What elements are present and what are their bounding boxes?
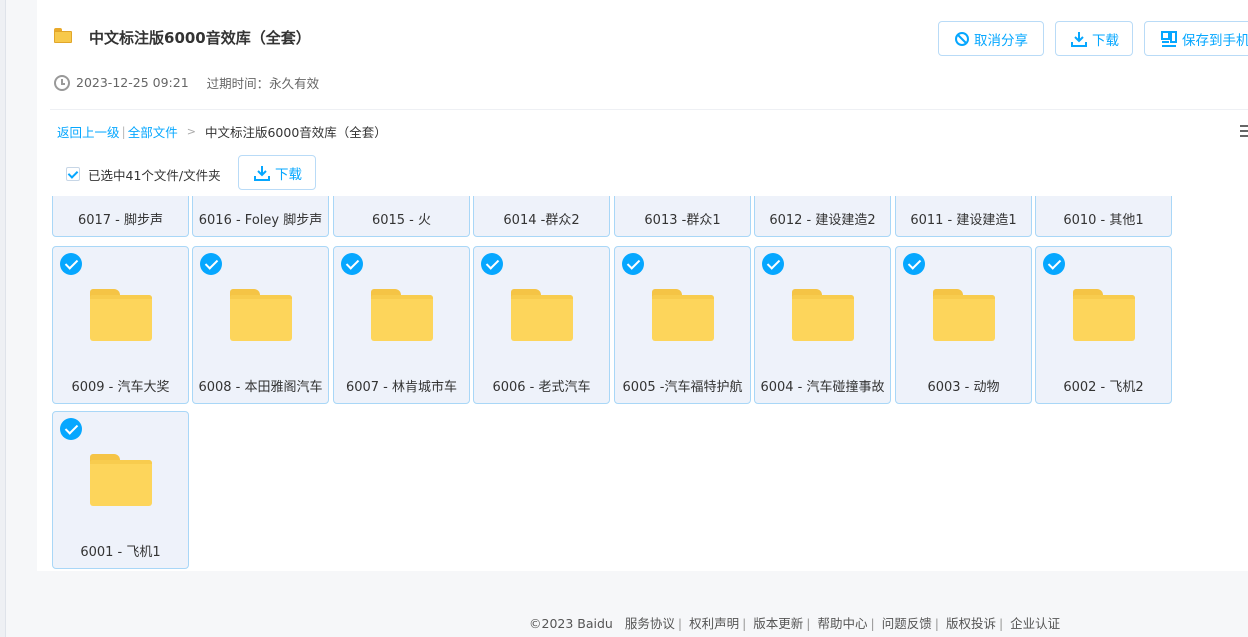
expire-value: 永久有效 bbox=[269, 76, 320, 91]
folder-tile[interactable]: 6007 - 林肯城市车 bbox=[333, 246, 470, 404]
footer-link-rights[interactable]: 权利声明 bbox=[689, 616, 739, 631]
selection-download-button[interactable]: 下载 bbox=[238, 155, 316, 190]
folder-name: 6011 - 建设建造1 bbox=[910, 213, 1017, 228]
footer-link-feedback[interactable]: 问题反馈 bbox=[882, 616, 932, 631]
folder-name: 6001 - 飞机1 bbox=[80, 545, 161, 560]
expire-label: 过期时间： bbox=[206, 76, 270, 91]
folder-tile[interactable]: 6017 - 脚步声 bbox=[52, 196, 189, 237]
folder-name: 6012 - 建设建造2 bbox=[769, 213, 876, 228]
folder-name: 6010 - 其他1 bbox=[1063, 213, 1144, 228]
check-icon[interactable] bbox=[200, 253, 222, 275]
footer-link-help[interactable]: 帮助中心 bbox=[818, 616, 868, 631]
selection-download-label: 下载 bbox=[275, 166, 302, 183]
breadcrumb-all-files-link[interactable]: 全部文件 bbox=[128, 122, 178, 141]
left-edge-strip bbox=[0, 0, 6, 637]
folder-tile[interactable]: 6008 - 本田雅阁汽车 bbox=[192, 246, 329, 404]
folder-name: 6004 - 汽车碰撞事故 bbox=[760, 380, 885, 395]
download-button[interactable]: 下载 bbox=[1055, 21, 1133, 56]
cancel-share-button[interactable]: 取消分享 bbox=[938, 21, 1044, 56]
share-meta: 2023-12-25 09:21 过期时间： 永久有效 bbox=[54, 73, 319, 92]
page-title: 中文标注版6000音效库（全套） bbox=[89, 29, 311, 47]
folder-tile[interactable]: 6011 - 建设建造1 bbox=[895, 196, 1032, 237]
check-icon[interactable] bbox=[60, 418, 82, 440]
footer: ©2023 Baidu 服务协议 | 权利声明 | 版本更新 | 帮助中心 | 问题反馈… bbox=[529, 616, 1061, 631]
folder-tile[interactable]: 6005 -汽车福特护航 bbox=[614, 246, 751, 404]
folder-icon bbox=[1073, 289, 1135, 341]
folder-name: 6017 - 脚步声 bbox=[77, 213, 164, 228]
download-label: 下载 bbox=[1092, 32, 1119, 49]
folder-name: 6008 - 本田雅阁汽车 bbox=[198, 380, 323, 395]
folder-icon bbox=[792, 289, 854, 341]
check-icon[interactable] bbox=[622, 253, 644, 275]
folder-name: 6009 - 汽车大奖 bbox=[71, 380, 170, 395]
qr-phone-icon bbox=[1161, 30, 1177, 47]
folder-tile[interactable]: 6006 - 老式汽车 bbox=[473, 246, 610, 404]
folder-icon bbox=[511, 289, 573, 341]
selection-count: 已选中41个文件/文件夹 bbox=[88, 168, 221, 183]
chevron-right-icon: > bbox=[186, 125, 196, 138]
folder-icon bbox=[230, 289, 292, 341]
folder-tile[interactable]: 6015 - 火 bbox=[333, 196, 470, 237]
folder-icon bbox=[933, 289, 995, 341]
download-icon bbox=[1071, 31, 1087, 47]
check-icon[interactable] bbox=[762, 253, 784, 275]
folder-name: 6003 - 动物 bbox=[927, 380, 1000, 395]
cancel-share-label: 取消分享 bbox=[974, 32, 1028, 49]
breadcrumb-back-link[interactable]: 返回上一级 bbox=[57, 122, 120, 141]
folder-tile[interactable]: 6012 - 建设建造2 bbox=[754, 196, 891, 237]
folder-tile[interactable]: 6016 - Foley 脚步声 bbox=[192, 196, 329, 237]
folder-name: 6015 - 火 bbox=[371, 213, 432, 228]
clock-icon bbox=[54, 74, 70, 91]
check-icon[interactable] bbox=[341, 253, 363, 275]
header-divider bbox=[50, 109, 1248, 110]
folder-tile[interactable]: 6001 - 飞机1 bbox=[52, 411, 189, 569]
folder-name: 6005 -汽车福特护航 bbox=[622, 380, 743, 395]
breadcrumb: 返回上一级 | 全部文件 > 中文标注版6000音效库（全套） bbox=[57, 122, 387, 141]
folder-icon bbox=[652, 289, 714, 341]
folder-tile[interactable]: 6014 -群众2 bbox=[473, 196, 610, 237]
folder-tile[interactable]: 6013 -群众1 bbox=[614, 196, 751, 237]
folder-name: 6007 - 林肯城市车 bbox=[345, 380, 458, 395]
folder-tile[interactable]: 6009 - 汽车大奖 bbox=[52, 246, 189, 404]
folder-tile[interactable]: 6003 - 动物 bbox=[895, 246, 1032, 404]
footer-link-terms[interactable]: 服务协议 bbox=[625, 616, 675, 631]
breadcrumb-separator: | bbox=[121, 124, 126, 139]
check-icon[interactable] bbox=[481, 253, 503, 275]
footer-link-updates[interactable]: 版本更新 bbox=[753, 616, 803, 631]
folder-name: 6013 -群众1 bbox=[644, 213, 721, 228]
check-icon[interactable] bbox=[903, 253, 925, 275]
download-icon bbox=[254, 165, 270, 181]
folder-tile[interactable]: 6004 - 汽车碰撞事故 bbox=[754, 246, 891, 404]
folder-tile[interactable]: 6002 - 飞机2 bbox=[1035, 246, 1172, 404]
folder-icon bbox=[371, 289, 433, 341]
check-icon[interactable] bbox=[60, 253, 82, 275]
breadcrumb-current: 中文标注版6000音效库（全套） bbox=[204, 125, 387, 140]
folder-icon bbox=[90, 454, 152, 506]
list-view-icon[interactable] bbox=[1240, 125, 1248, 139]
folder-name: 6016 - Foley 脚步声 bbox=[198, 213, 323, 228]
save-to-phone-button[interactable]: 保存到手机 bbox=[1144, 21, 1248, 56]
folder-icon bbox=[54, 28, 72, 43]
folder-tile[interactable]: 6010 - 其他1 bbox=[1035, 196, 1172, 237]
folder-name: 6014 -群众2 bbox=[503, 213, 580, 228]
footer-link-enterprise[interactable]: 企业认证 bbox=[1010, 616, 1060, 631]
footer-link-copyright-complaint[interactable]: 版权投诉 bbox=[946, 616, 996, 631]
created-time: 2023-12-25 09:21 bbox=[76, 75, 189, 90]
check-icon[interactable] bbox=[1043, 253, 1065, 275]
select-all-checkbox[interactable] bbox=[66, 167, 80, 181]
folder-icon bbox=[90, 289, 152, 341]
folder-name: 6002 - 飞机2 bbox=[1063, 380, 1144, 395]
folder-name: 6006 - 老式汽车 bbox=[492, 380, 591, 395]
footer-copyright: ©2023 Baidu bbox=[529, 616, 613, 631]
save-to-phone-label: 保存到手机 bbox=[1182, 32, 1248, 49]
ban-icon bbox=[955, 31, 969, 46]
file-grid: 6017 - 脚步声 6016 - Foley 脚步声 6015 - 火 601… bbox=[37, 196, 1248, 571]
